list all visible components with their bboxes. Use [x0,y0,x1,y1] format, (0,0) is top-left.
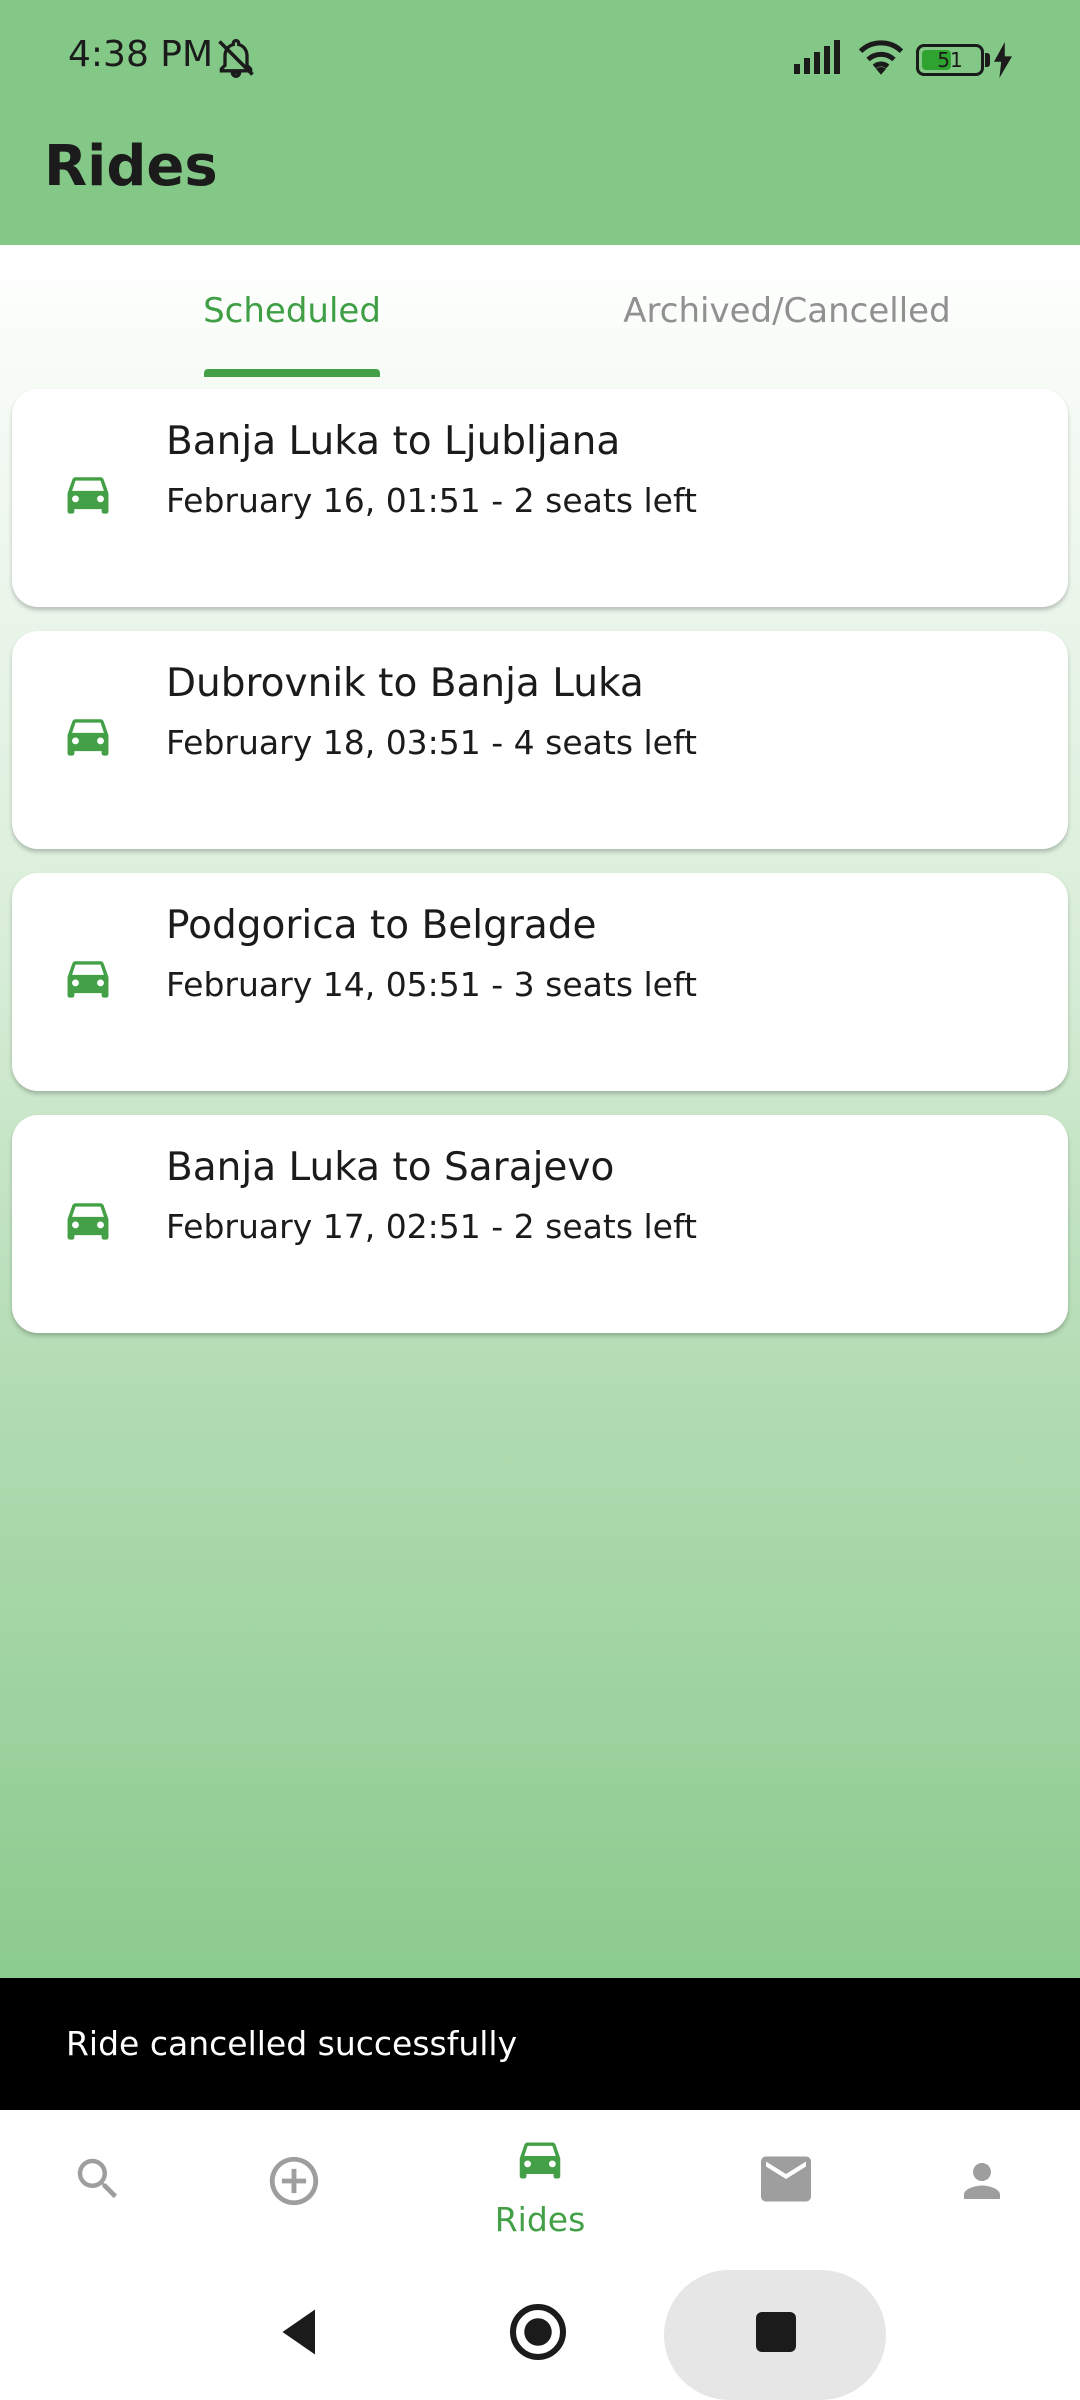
battery-nub [985,53,990,67]
home-icon[interactable] [508,2302,568,2362]
tab-scheduled[interactable]: Scheduled [140,245,444,377]
nav-messages[interactable] [716,2110,856,2260]
app-header: 4:38 PM 51 Rides [0,0,1080,245]
ride-route: Banja Luka to Sarajevo [166,1145,615,1190]
ride-route: Podgorica to Belgrade [166,903,597,948]
snackbar: Ride cancelled successfully [0,1978,1080,2110]
ride-details: February 16, 01:51 - 2 seats left [166,481,697,520]
ride-details: February 14, 05:51 - 3 seats left [166,965,697,1004]
nav-rides-label: Rides [494,2200,586,2239]
person-icon [964,2163,1000,2199]
status-bar: 4:38 PM 51 [0,0,1080,120]
system-navigation-bar [0,2260,1080,2400]
signal-icon [794,40,840,74]
car-icon [67,961,109,998]
ride-details: February 18, 03:51 - 4 seats left [166,723,697,762]
nav-add-ride[interactable] [224,2110,364,2260]
add-circle-icon [269,2156,319,2206]
search-icon [77,2158,118,2199]
car-icon [67,477,109,514]
recents-icon [756,2312,796,2352]
car-icon [519,2142,561,2179]
snackbar-message: Ride cancelled successfully [66,2024,518,2063]
status-time: 4:38 PM [68,34,214,75]
charging-icon [994,42,1012,78]
rides-content: Scheduled Archived/Cancelled Banja Luka … [0,245,1080,1978]
bottom-navigation: Rides [0,2110,1080,2260]
ride-details: February 17, 02:51 - 2 seats left [166,1207,697,1246]
battery-icon: 51 [916,44,984,76]
tab-archived-cancelled[interactable]: Archived/Cancelled [600,245,974,377]
car-icon [67,719,109,756]
back-icon[interactable] [270,2302,330,2362]
ride-route: Dubrovnik to Banja Luka [166,661,644,706]
ride-card[interactable]: Banja Luka to Sarajevo February 17, 02:5… [12,1115,1068,1333]
ride-card[interactable]: Podgorica to Belgrade February 14, 05:51… [12,873,1068,1091]
page-title: Rides [44,134,218,199]
mail-icon [761,2156,811,2202]
active-tab-indicator [204,369,380,377]
nav-search[interactable] [28,2110,168,2260]
ride-route: Banja Luka to Ljubljana [166,419,621,464]
ride-tabs: Scheduled Archived/Cancelled [0,245,1080,377]
battery-level: 51 [937,48,963,72]
ride-card[interactable]: Banja Luka to Ljubljana February 16, 01:… [12,389,1068,607]
ride-card[interactable]: Dubrovnik to Banja Luka February 18, 03:… [12,631,1068,849]
mute-icon [218,38,254,78]
car-icon [67,1203,109,1240]
nav-rides[interactable]: Rides [470,2110,610,2260]
nav-profile[interactable] [912,2110,1052,2260]
wifi-icon [858,40,904,75]
